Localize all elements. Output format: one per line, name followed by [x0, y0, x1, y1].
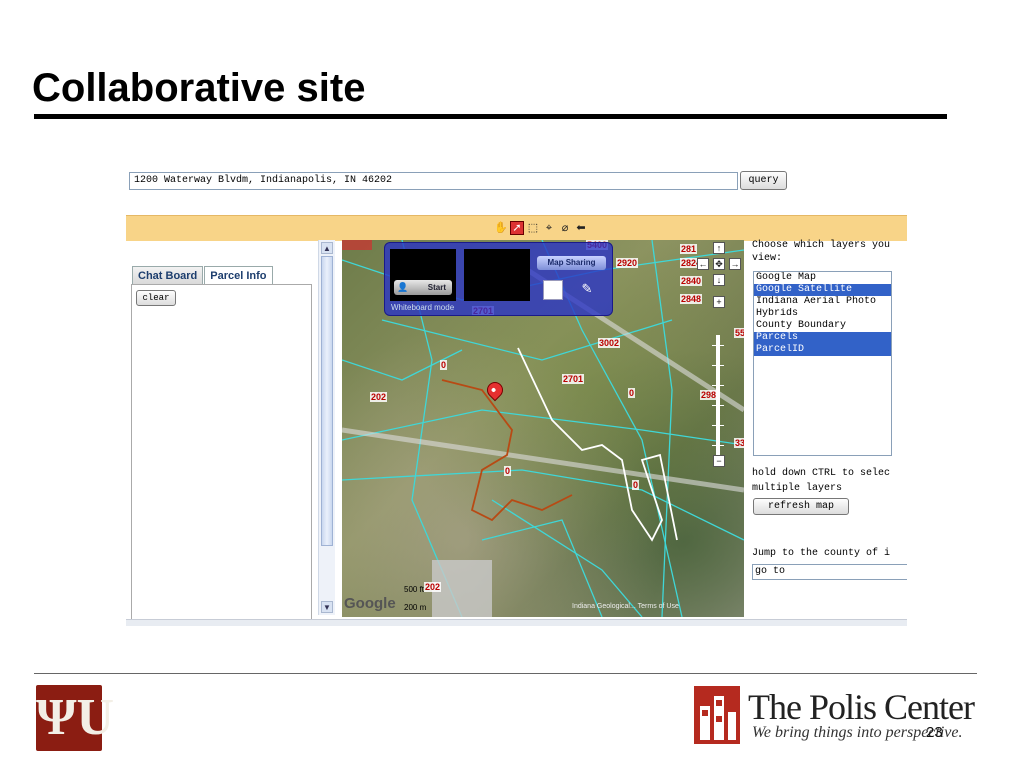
parcel-label: 2701	[562, 374, 585, 384]
video-feed-remote	[464, 249, 530, 301]
info-cursor-icon[interactable]: ⌖	[542, 221, 556, 235]
status-bar	[126, 619, 907, 626]
zoom-in-icon[interactable]: +	[713, 296, 725, 308]
query-button[interactable]: query	[740, 171, 787, 190]
zoom-out-icon[interactable]: −	[713, 455, 725, 467]
layer-option-parcels[interactable]: Parcels	[754, 332, 891, 344]
scale-feet: 500 ft	[404, 585, 425, 594]
layers-prompt-line2: view:	[752, 253, 783, 264]
whiteboard-panel: 👤 Start Whiteboard mode Map Sharing ✎	[384, 242, 613, 316]
app-screenshot: 1200 Waterway Blvdm, Indianapolis, IN 46…	[126, 160, 907, 626]
layers-prompt-line1: Choose which layers you	[752, 240, 891, 251]
whiteboard-mode-label: Whiteboard mode	[391, 303, 455, 312]
title-underline	[34, 114, 947, 119]
whiteboard-start-button[interactable]: 👤 Start	[394, 280, 452, 295]
pencil-icon[interactable]: ✎	[577, 280, 597, 298]
parcel-label: 0	[632, 480, 640, 490]
parcel-label: 2840	[680, 276, 703, 286]
parcel-label: 0	[628, 388, 636, 398]
back-icon[interactable]: ⬅	[574, 221, 588, 235]
parcel-label: 0	[440, 360, 448, 370]
tab-chat-board[interactable]: Chat Board	[132, 266, 204, 285]
eraser-icon[interactable]: ⌀	[558, 221, 572, 235]
scroll-up-icon[interactable]: ▲	[321, 242, 333, 254]
polis-building-logo-icon	[694, 686, 740, 744]
tab-parcel-info[interactable]: Parcel Info	[204, 266, 273, 285]
pan-down-icon[interactable]: ↓	[713, 274, 725, 286]
map-sharing-button[interactable]: Map Sharing	[537, 256, 606, 270]
parcel-label: 298	[700, 390, 718, 400]
layer-option-google-map[interactable]: Google Map	[754, 272, 891, 284]
clear-button[interactable]: clear	[136, 290, 176, 306]
parcel-label: 202	[424, 582, 442, 592]
go-to-field[interactable]: go to	[752, 564, 907, 580]
polis-center-name: The Polis Center	[748, 687, 975, 727]
pan-left-icon[interactable]: ←	[697, 258, 709, 270]
scale-meters: 200 m	[404, 603, 427, 612]
layers-listbox[interactable]: Google Map Google Satellite Indiana Aeri…	[753, 271, 892, 456]
map-copyright[interactable]: Indiana Geological... Terms of Use	[572, 603, 679, 610]
jump-to-county-label: Jump to the county of i	[752, 548, 891, 559]
layer-option-parcelid[interactable]: ParcelID	[754, 344, 891, 356]
map-toolbar: ✋ ➚ ⬚ ⌖ ⌀ ⬅	[126, 215, 907, 241]
zoom-box-icon[interactable]: ⬚	[526, 221, 540, 235]
layer-option-hybrids[interactable]: Hybrids	[754, 308, 891, 320]
parcel-label: 2848	[680, 294, 703, 304]
scroll-thumb[interactable]	[321, 256, 333, 546]
google-logo: Google	[344, 595, 396, 612]
blank-page-icon[interactable]	[543, 280, 563, 300]
pan-up-icon[interactable]: ↑	[713, 242, 725, 254]
page-number: 23	[926, 724, 943, 741]
pan-right-icon[interactable]: →	[729, 258, 741, 270]
parcel-label: 3002	[598, 338, 621, 348]
layer-option-google-satellite[interactable]: Google Satellite	[754, 284, 891, 296]
select-arrow-icon[interactable]: ➚	[510, 221, 524, 235]
zoom-slider[interactable]	[712, 335, 724, 455]
multi-select-hint-line2: multiple layers	[752, 483, 843, 494]
slide-title: Collaborative site	[32, 66, 366, 110]
layer-option-indiana-aerial-photo[interactable]: Indiana Aerial Photo	[754, 296, 891, 308]
panel-tabs: Chat Board Parcel Info	[132, 266, 274, 285]
parcel-info-panel: clear	[131, 284, 312, 620]
start-label: Start	[427, 283, 446, 292]
multi-select-hint-line1: hold down CTRL to selec	[752, 468, 891, 479]
polis-building-shape	[700, 696, 736, 740]
parcel-label: 281	[680, 244, 698, 254]
parcel-label: 33	[734, 438, 744, 448]
parcel-label: 202	[370, 392, 388, 402]
address-input[interactable]: 1200 Waterway Blvdm, Indianapolis, IN 46…	[129, 172, 738, 190]
panel-scrollbar[interactable]: ▲ ▼	[318, 240, 335, 615]
refresh-map-button[interactable]: refresh map	[753, 498, 849, 515]
layer-option-county-boundary[interactable]: County Boundary	[754, 320, 891, 332]
iu-logo: ΨU	[36, 685, 115, 751]
parcel-label: 2920	[616, 258, 639, 268]
user-icon: 👤	[397, 282, 409, 292]
hand-pan-icon[interactable]: ✋	[494, 221, 508, 235]
map-view[interactable]: 5400 2920 2824 2840 2848 281 2701 3002 2…	[342, 240, 744, 617]
iu-trident-icon: ΨU	[36, 689, 115, 746]
parcel-label: 0	[504, 466, 512, 476]
footer-rule	[34, 673, 977, 674]
parcel-label: 55	[734, 328, 744, 338]
scroll-down-icon[interactable]: ▼	[321, 601, 333, 613]
pan-center-icon[interactable]: ✥	[713, 258, 725, 270]
